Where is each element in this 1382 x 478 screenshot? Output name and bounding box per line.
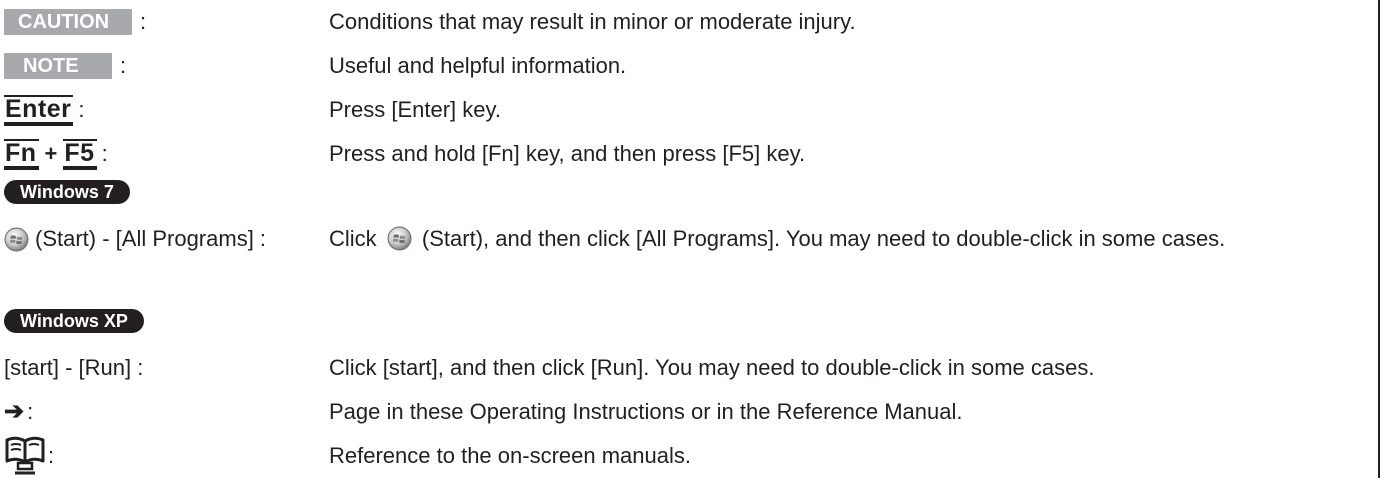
right-arrow-icon: ➔ xyxy=(4,398,25,425)
start-run-term: [start] - [Run] : xyxy=(4,355,144,380)
separator: : xyxy=(140,9,147,34)
term-note: NOTE : xyxy=(4,53,126,79)
note-tag: NOTE xyxy=(4,53,112,79)
separator: : xyxy=(48,443,55,468)
on-screen-manual-description: Reference to the on-screen manuals. xyxy=(329,443,691,468)
fn-key-label: Fn xyxy=(4,138,39,170)
separator: : xyxy=(27,399,34,424)
term-manual: : xyxy=(4,436,55,475)
windows-xp-tag: Windows XP xyxy=(4,309,144,333)
term-start-run: [start] - [Run] : xyxy=(4,355,143,381)
term-arrow: ➔ : xyxy=(4,399,33,425)
windows-start-orb-icon xyxy=(4,227,29,251)
start-all-programs-detail: (Start), and then click [All Programs]. … xyxy=(421,226,1226,251)
page-right-rule xyxy=(1378,0,1380,478)
caution-description: Conditions that may result in minor or m… xyxy=(329,9,856,34)
enter-key-label: Enter xyxy=(4,94,74,126)
term-caution: CAUTION : xyxy=(4,9,146,35)
caution-tag: CAUTION xyxy=(4,9,132,35)
term-enter: Enter : xyxy=(4,94,85,126)
note-description: Useful and helpful information. xyxy=(329,53,627,78)
separator: : xyxy=(78,97,85,122)
plus-sign: + xyxy=(44,141,58,166)
separator: : xyxy=(120,53,127,78)
windows-7-tag: Windows 7 xyxy=(4,180,130,204)
term-start-all-programs: (Start) - [All Programs] : xyxy=(4,226,266,252)
windows-start-orb-icon xyxy=(387,226,412,251)
page-reference-description: Page in these Operating Instructions or … xyxy=(329,399,963,424)
click-text: Click xyxy=(329,226,377,251)
f5-key-label: F5 xyxy=(63,138,97,170)
term-fn-f5: Fn + F5 : xyxy=(4,138,108,170)
start-run-description: Click [start], and then click [Run]. You… xyxy=(329,355,1095,380)
start-all-programs-description: Click (Start), and then click [All Progr… xyxy=(329,223,1372,254)
separator: : xyxy=(101,141,108,166)
enter-description: Press [Enter] key. xyxy=(329,97,501,122)
fn-f5-description: Press and hold [Fn] key, and then press … xyxy=(329,141,806,166)
open-book-monitor-icon xyxy=(5,436,45,475)
start-all-programs-term: (Start) - [All Programs] : xyxy=(35,226,267,251)
